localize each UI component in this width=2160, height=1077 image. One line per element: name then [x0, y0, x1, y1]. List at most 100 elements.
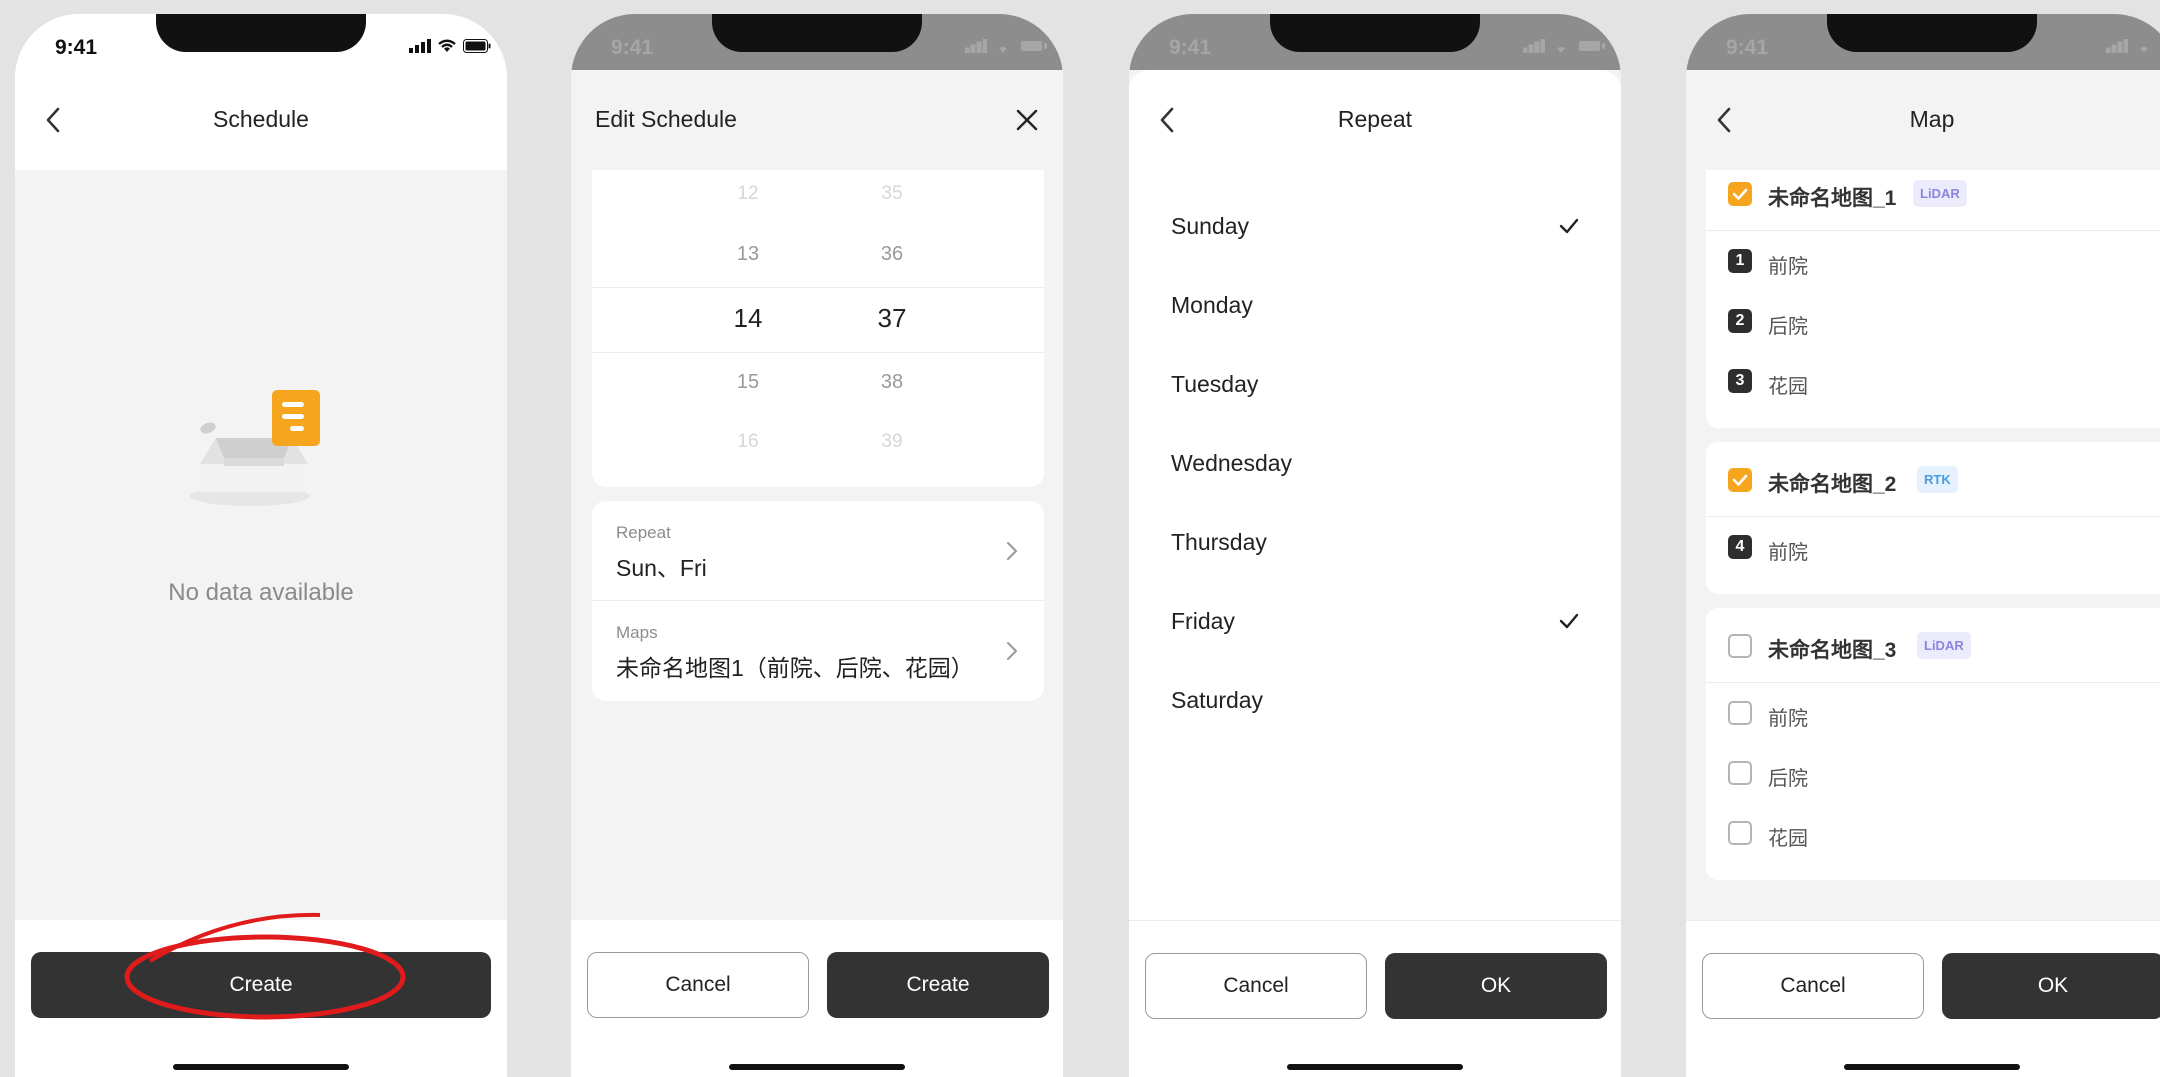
map-name: 未命名地图_2: [1768, 473, 1897, 496]
map-card: 未命名地图_3 LiDAR 前院 后院 花园: [1706, 608, 2160, 880]
zone-item[interactable]: 后院: [1706, 743, 2160, 803]
checkbox-checked[interactable]: [1728, 468, 1752, 492]
battery-icon: [1579, 41, 1605, 51]
checkmark-icon: [1559, 218, 1579, 234]
day-label: Thursday: [1171, 529, 1267, 555]
close-icon[interactable]: [1015, 108, 1039, 132]
signal-icon: [409, 39, 431, 53]
checkbox-unchecked[interactable]: [1728, 821, 1752, 845]
zone-item: 4 前院: [1706, 517, 2160, 577]
day-label: Wednesday: [1171, 450, 1293, 476]
zone-name: 花园: [1768, 376, 1808, 398]
minute-option[interactable]: 39: [842, 431, 942, 453]
empty-message: No data available: [168, 579, 354, 606]
day-option-friday[interactable]: Friday: [1171, 591, 1585, 651]
maps-row[interactable]: Maps 未命名地图1（前院、后院、花园）: [592, 601, 1044, 701]
zone-number: 1: [1728, 249, 1752, 273]
cancel-button[interactable]: Cancel: [587, 952, 809, 1018]
maps-value: 未命名地图1（前院、后院、花园）: [616, 655, 974, 681]
hour-option[interactable]: 13: [698, 243, 798, 266]
day-label: Monday: [1171, 292, 1253, 318]
checkbox-unchecked[interactable]: [1728, 634, 1752, 658]
day-label: Sunday: [1171, 213, 1250, 239]
minute-option[interactable]: 35: [842, 183, 942, 205]
map-card: 未命名地图_2 RTK 4 前院: [1706, 442, 2160, 594]
zone-name: 后院: [1768, 768, 1808, 790]
maps-label: Maps: [616, 623, 658, 642]
create-button[interactable]: Create: [827, 952, 1049, 1018]
nav-bar: Schedule: [15, 70, 507, 170]
chevron-right-icon: [1007, 642, 1017, 660]
repeat-label: Repeat: [616, 523, 671, 542]
phone-schedule: 9:41 Schedule No data available Create: [15, 14, 507, 1077]
hour-option[interactable]: 12: [698, 183, 798, 205]
battery-icon: [1021, 41, 1047, 51]
zone-item[interactable]: 花园: [1706, 803, 2160, 863]
zone-name: 前院: [1768, 542, 1808, 564]
sheet-header: Edit Schedule: [571, 70, 1063, 170]
day-option-wednesday[interactable]: Wednesday: [1171, 433, 1585, 493]
home-indicator: [1287, 1064, 1463, 1070]
page-title: Map: [1909, 106, 1955, 132]
hour-selected[interactable]: 14: [698, 303, 798, 334]
repeat-row[interactable]: Repeat Sun、Fri: [592, 501, 1044, 601]
notch: [156, 14, 366, 52]
repeat-value: Sun、Fri: [616, 555, 707, 581]
zone-name: 后院: [1768, 316, 1808, 338]
checkbox-checked[interactable]: [1728, 182, 1752, 206]
picker-selection-band: [592, 287, 1044, 353]
signal-icon: [1523, 39, 1545, 53]
schedule-settings: Repeat Sun、Fri Maps 未命名地图1（前院、后院、花园）: [592, 501, 1044, 701]
map-name: 未命名地图_1: [1768, 187, 1897, 210]
time-picker[interactable]: 12 13 14 15 16 35 36 37 38 39: [592, 155, 1044, 487]
cancel-button[interactable]: Cancel: [1145, 953, 1367, 1019]
home-indicator: [729, 1064, 905, 1070]
status-time: 9:41: [1169, 36, 1212, 59]
day-option-tuesday[interactable]: Tuesday: [1171, 354, 1585, 414]
empty-state: No data available: [15, 384, 507, 607]
empty-inbox-icon: [190, 390, 320, 506]
rtk-tag: RTK: [1917, 466, 1958, 493]
status-time: 9:41: [55, 36, 98, 59]
checkbox-unchecked[interactable]: [1728, 761, 1752, 785]
notch: [1270, 14, 1480, 52]
bottom-action-bar: Cancel OK: [1686, 920, 2160, 1077]
day-option-thursday[interactable]: Thursday: [1171, 512, 1585, 572]
zone-number: 2: [1728, 309, 1752, 333]
hour-option[interactable]: 16: [698, 431, 798, 453]
day-option-saturday[interactable]: Saturday: [1171, 670, 1585, 730]
page-title: Repeat: [1337, 106, 1413, 132]
create-button[interactable]: Create: [31, 952, 491, 1018]
zone-number: 4: [1728, 535, 1752, 559]
minute-selected[interactable]: 37: [842, 303, 942, 334]
wifi-icon: [1557, 46, 1565, 53]
day-option-monday[interactable]: Monday: [1171, 275, 1585, 335]
status-icons: [409, 39, 491, 53]
weekday-list: Sunday Monday Tuesday Wednesday Thursday…: [1129, 170, 1621, 920]
phone-map: 9:41 Map 未命名地图_1 LiDAR 1 前院 2 后院 3 花园 未命…: [1686, 14, 2160, 1077]
zone-item: 2 后院: [1706, 291, 2160, 351]
checkmark-icon: [1559, 613, 1579, 629]
minute-option[interactable]: 36: [842, 243, 942, 266]
map-header[interactable]: 未命名地图_2 RTK: [1706, 442, 2160, 517]
status-time: 9:41: [1726, 36, 1769, 59]
lidar-tag: LiDAR: [1917, 632, 1971, 659]
zone-name: 前院: [1768, 708, 1808, 730]
day-option-sunday[interactable]: Sunday: [1171, 196, 1585, 256]
phone-edit-schedule: 9:41 Edit Schedule 12 13 14 15 16 35 36 …: [571, 14, 1063, 1077]
day-label: Friday: [1171, 608, 1235, 634]
map-header[interactable]: 未命名地图_3 LiDAR: [1706, 608, 2160, 683]
bottom-action-bar: Create: [15, 920, 507, 1077]
hour-option[interactable]: 15: [698, 371, 798, 394]
cancel-button[interactable]: Cancel: [1702, 953, 1924, 1019]
minute-option[interactable]: 38: [842, 371, 942, 394]
status-icons: [1523, 39, 1605, 53]
zone-name: 花园: [1768, 828, 1808, 850]
checkbox-unchecked[interactable]: [1728, 701, 1752, 725]
ok-button[interactable]: OK: [1942, 953, 2160, 1019]
notch: [1827, 14, 2037, 52]
home-indicator: [173, 1064, 349, 1070]
zone-item[interactable]: 前院: [1706, 683, 2160, 743]
ok-button[interactable]: OK: [1385, 953, 1607, 1019]
battery-icon: [463, 39, 491, 53]
